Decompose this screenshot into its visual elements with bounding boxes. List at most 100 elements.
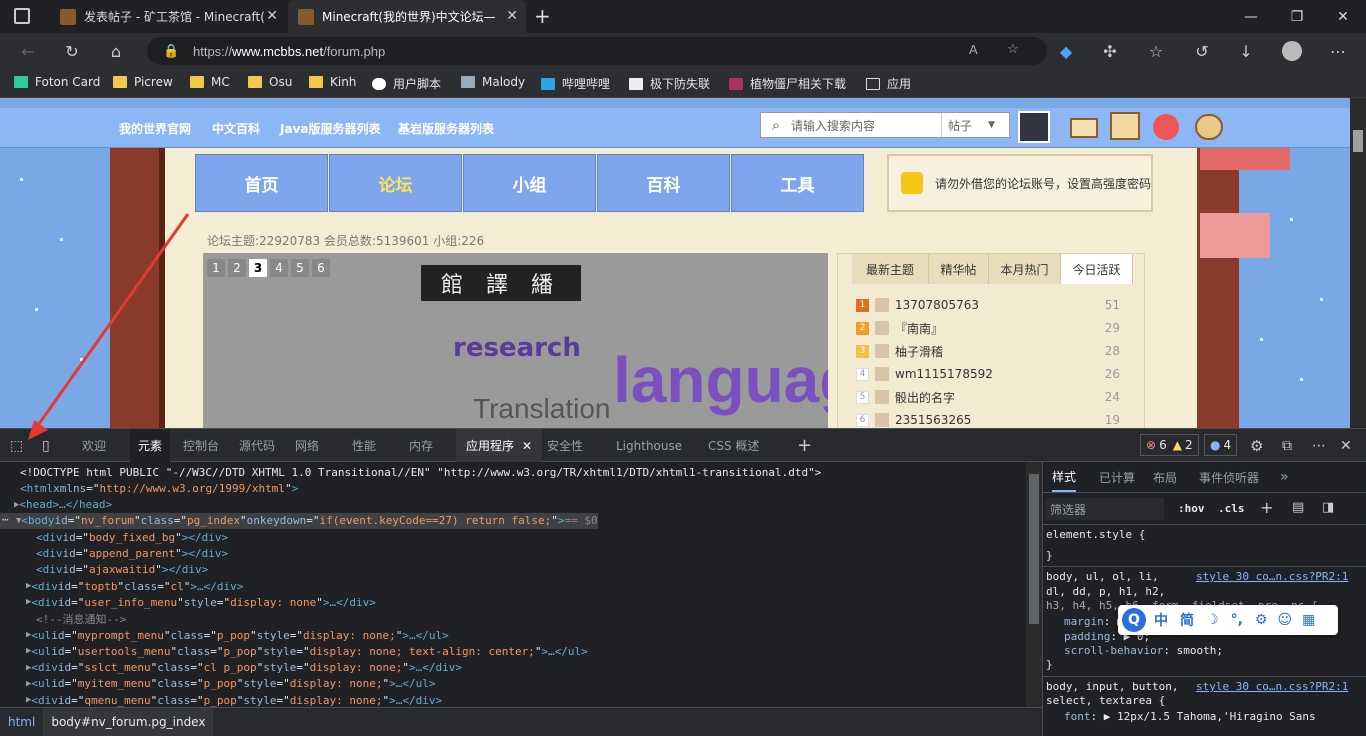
link-java-servers[interactable]: Java版服务器列表 [280,120,380,137]
favorite-item[interactable]: 哔哩哔哩 [541,75,610,92]
tab-actions-icon[interactable] [14,8,30,24]
list-item[interactable]: 4 wm1115178592 26 [856,363,1138,385]
ime-lang-toggle[interactable]: 中 [1154,610,1168,630]
refresh-icon[interactable]: ↻ [58,37,86,65]
breadcrumb-body[interactable]: body#nv_forum.pg_index [43,708,214,736]
favorite-folder[interactable]: Kinh [309,75,356,89]
nav-tools[interactable]: 工具 [731,154,864,212]
tab-memory[interactable]: 内存 [409,429,433,462]
favorites-icon[interactable]: ☆ [1142,37,1170,65]
tab-computed[interactable]: 已计算 [1099,462,1135,492]
error-badge[interactable]: ⊗ 6 ▲ 2 [1140,434,1199,456]
extensions-puzzle-icon[interactable]: ✣ [1096,37,1124,65]
scrollbar-thumb[interactable] [1353,130,1363,152]
extension-icon[interactable]: ◆ [1052,37,1080,65]
downloads-icon[interactable]: ↓ [1232,37,1260,65]
tab-post[interactable]: 发表帖子 - 矿工茶馆 - Minecraft( ✕ [50,0,286,33]
search-icon[interactable]: ⌕ [761,113,791,137]
search-input[interactable]: 请输入搜索内容 [791,117,941,134]
tab-security[interactable]: 安全性 [547,429,583,462]
tab-forum[interactable]: Minecraft(我的世界)中文论坛— ✕ [288,0,526,33]
dom-node-line[interactable]: ▶ <head >…</head> [0,497,112,513]
carousel-page-1[interactable]: 1 [207,259,225,277]
read-aloud-icon[interactable]: A [969,42,978,57]
favorite-item[interactable]: 极下防失联 [629,75,710,92]
carousel-page-5[interactable]: 5 [291,259,309,277]
palette-icon[interactable] [1195,114,1223,140]
dom-node-line[interactable]: ▶ <div id =" toptb " class =" cl " >…</div> [0,578,243,594]
link-bedrock-servers[interactable]: 基岩版服务器列表 [398,120,494,137]
tab-featured[interactable]: 精华帖 [929,254,989,284]
user-avatar[interactable] [1018,111,1050,143]
tab-performance[interactable]: 性能 [352,429,376,462]
link-wiki[interactable]: 中文百科 [212,120,260,137]
hov-toggle[interactable]: :hov [1178,502,1205,515]
messages-icon[interactable] [1070,118,1098,138]
close-icon[interactable]: ✕ [522,439,532,453]
new-tab-button[interactable]: + [534,4,551,28]
tab-welcome[interactable]: 欢迎 [82,429,106,462]
style-source-link[interactable]: style 30 co…n.css?PR2:1 [1196,680,1348,693]
tab-latest[interactable]: 最新主题 [852,254,929,284]
page-scrollbar[interactable] [1350,98,1366,428]
new-style-rule-icon[interactable]: + [1260,498,1273,517]
list-item[interactable]: 3 柚子滑稽 28 [856,340,1138,362]
tab-application[interactable]: 应用程序 ✕ [456,429,543,462]
ime-toolbox-icon[interactable]: ▦ [1302,612,1315,628]
list-item[interactable]: 6 2351563265 19 [856,409,1138,428]
favorite-folder[interactable]: Osu [248,75,292,89]
tab-css-overview[interactable]: CSS 概述 [708,429,759,462]
dom-node-line[interactable]: <div id =" ajaxwaitid " ></div> [0,562,208,578]
ime-toolbar[interactable]: Q 中 简 ☽ °, ⚙ ☺ ▦ [1118,605,1338,635]
dom-node-line[interactable]: ▼ <body id =" nv_forum " class =" pg_index " o… [0,512,598,529]
elements-scrollbar[interactable] [1026,462,1042,707]
favorite-item[interactable]: 用户脚本 [372,75,441,92]
dom-node-line[interactable]: <!DOCTYPE html PUBLIC "-//W3C//DTD XHTML… [0,464,821,480]
profile-avatar[interactable] [1278,37,1306,65]
device-toolbar-icon[interactable]: ▯ [42,429,50,462]
link-minecraft-official[interactable]: 我的世界官网 [119,120,191,137]
carousel-page-3[interactable]: 3 [249,259,267,277]
home-icon[interactable]: ⌂ [102,37,130,65]
close-icon[interactable]: ✕ [506,8,518,24]
carousel-page-4[interactable]: 4 [270,259,288,277]
close-window-button[interactable]: ✕ [1320,0,1366,33]
tab-active-today[interactable]: 今日活跃 [1061,254,1133,284]
tab-elements[interactable]: 元素 [130,429,171,462]
issues-badge[interactable]: ● 4 [1204,434,1238,456]
dom-node-line[interactable]: <div id =" append_parent " ></div> [0,546,228,562]
favorite-item[interactable]: 应用 [866,75,911,92]
tasks-icon[interactable] [1153,114,1179,140]
settings-gear-icon[interactable]: ⚙ [1250,429,1263,462]
more-tabs-icon[interactable]: + [797,429,812,462]
style-property[interactable]: font: ▶ 12px/1.5 Tahoma,'Hiragino Sans [1064,710,1316,725]
nav-forum[interactable]: 论坛 [329,154,462,212]
tab-styles[interactable]: 样式 [1052,462,1077,492]
history-icon[interactable]: ↺ [1188,37,1216,65]
back-arrow-icon[interactable]: ← [14,37,42,65]
tab-monthly[interactable]: 本月热门 [989,254,1061,284]
dom-node-line[interactable]: <div id =" body_fixed_bg " ></div> [0,529,228,545]
ime-emoji-icon[interactable]: ☺ [1277,612,1292,628]
node-actions-icon[interactable]: ⋯ [2,513,9,526]
tab-layout[interactable]: 布局 [1153,462,1177,492]
favorite-item[interactable]: 植物僵尸相关下载 [729,75,846,92]
favorite-item[interactable]: Malody [461,75,525,89]
minimize-button[interactable]: — [1228,0,1274,33]
inspect-element-icon[interactable]: ⬚ [10,429,23,462]
list-item[interactable]: 2 『南南』 29 [856,317,1138,339]
style-source-link[interactable]: style 30 co…n.css?PR2:1 [1196,570,1348,583]
toggle-print-icon[interactable]: ▤ [1292,500,1304,515]
nav-home[interactable]: 首页 [195,154,328,212]
close-devtools-icon[interactable]: ✕ [1340,429,1352,462]
dom-node-line[interactable]: ▶ <div id =" sslct_menu " class =" cl p_pop " … [0,660,462,676]
toggle-sidebar-icon[interactable]: ◨ [1322,500,1334,515]
search-scope-select[interactable]: 帖子 ▼ [941,113,1009,137]
cls-toggle[interactable]: .cls [1218,502,1245,515]
dom-node-line[interactable]: <!--消息通知--> [0,611,126,627]
list-item[interactable]: 1 13707805763 51 [856,294,1138,316]
styles-filter-input[interactable]: 筛选器 [1046,498,1164,520]
ime-moon-icon[interactable]: ☽ [1206,612,1219,628]
tab-lighthouse[interactable]: Lighthouse [616,429,682,462]
list-item[interactable]: 5 骰出的名字 24 [856,386,1138,408]
